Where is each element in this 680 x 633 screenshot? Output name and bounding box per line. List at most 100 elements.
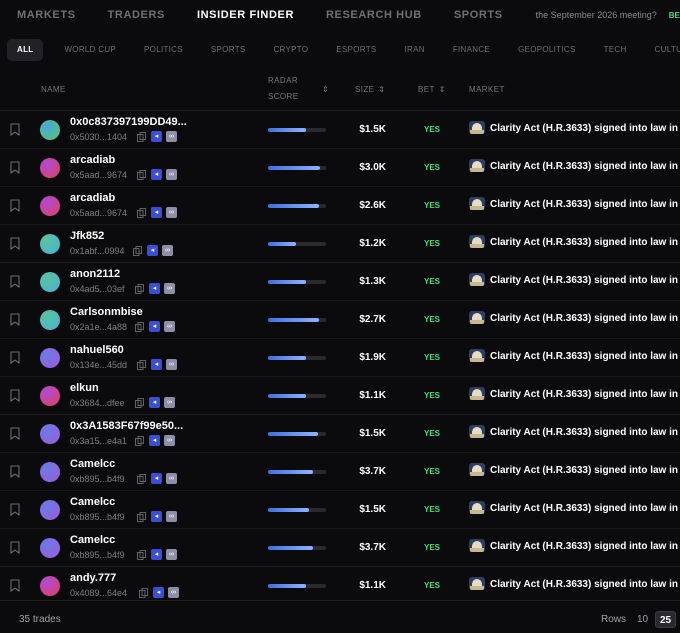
copy-icon[interactable] (137, 511, 146, 522)
bookmark-icon[interactable] (10, 389, 20, 402)
profile-link-icon[interactable]: ∞ (166, 473, 177, 484)
table-row[interactable]: 0x3A1583F67f99e50... 0x3a15...e4a1 ◂ ∞ $… (0, 414, 680, 452)
sort-radar-icon[interactable]: ⇕ (318, 85, 329, 94)
table-row[interactable]: Carlsonmbise 0x2a1e...4a88 ◂ ∞ $2.7K YES… (0, 300, 680, 338)
profile-link-icon[interactable]: ∞ (164, 283, 175, 294)
header-size[interactable]: SIZE ⇕ (355, 85, 386, 94)
profile-link-icon[interactable]: ∞ (166, 207, 177, 218)
bookmark-icon[interactable] (10, 161, 20, 174)
filter-chip-tech[interactable]: TECH (597, 39, 634, 61)
explorer-link-icon[interactable]: ◂ (149, 321, 160, 332)
bookmark-icon[interactable] (10, 503, 20, 516)
copy-icon[interactable] (133, 245, 142, 256)
table-row[interactable]: arcadiab 0x5aad...9674 ◂ ∞ $2.6K YES Cla… (0, 186, 680, 224)
market-title[interactable]: Clarity Act (H.R.3633) signed into law i… (490, 389, 680, 400)
explorer-link-icon[interactable]: ◂ (151, 473, 162, 484)
nav-item-research-hub[interactable]: RESEARCH HUB (326, 9, 422, 21)
rows-option-25[interactable]: 25 (655, 611, 677, 628)
copy-icon[interactable] (137, 207, 146, 218)
profile-link-icon[interactable]: ∞ (166, 131, 177, 142)
explorer-link-icon[interactable]: ◂ (151, 169, 162, 180)
market-title[interactable]: Clarity Act (H.R.3633) signed into law i… (490, 237, 680, 248)
table-row[interactable]: 0x0c837397199DD49... 0x5030...1404 ◂ ∞ $… (0, 110, 680, 148)
nav-item-traders[interactable]: TRADERS (108, 9, 165, 21)
trader-name[interactable]: anon2112 (70, 268, 120, 280)
market-title[interactable]: Clarity Act (H.R.3633) signed into law i… (490, 275, 680, 286)
filter-chip-geopolitics[interactable]: GEOPOLITICS (511, 39, 583, 61)
profile-link-icon[interactable]: ∞ (166, 169, 177, 180)
filter-chip-culture[interactable]: CULTURE (648, 39, 680, 61)
trader-name[interactable]: andy.777 (70, 572, 116, 584)
filter-chip-politics[interactable]: POLITICS (137, 39, 190, 61)
profile-link-icon[interactable]: ∞ (164, 321, 175, 332)
trader-name[interactable]: Carlsonmbise (70, 306, 143, 318)
trader-name[interactable]: 0x3A1583F67f99e50... (70, 420, 183, 432)
filter-chip-finance[interactable]: FINANCE (446, 39, 497, 61)
market-title[interactable]: Clarity Act (H.R.3633) signed into law i… (490, 351, 680, 362)
copy-icon[interactable] (135, 283, 144, 294)
table-row[interactable]: andy.777 0x4089...64e4 ◂ ∞ $1.1K YES Cla… (0, 566, 680, 600)
filter-chip-all[interactable]: ALL (7, 39, 44, 61)
profile-link-icon[interactable]: ∞ (164, 397, 175, 408)
copy-icon[interactable] (135, 435, 144, 446)
table-row[interactable]: Jfk852 0x1abf...0994 ◂ ∞ $1.2K YES Clari… (0, 224, 680, 262)
table-row[interactable]: Camelcc 0xb895...b4f9 ◂ ∞ $1.5K YES Clar… (0, 490, 680, 528)
profile-link-icon[interactable]: ∞ (164, 435, 175, 446)
copy-icon[interactable] (135, 321, 144, 332)
nav-item-markets[interactable]: MARKETS (17, 9, 76, 21)
bookmark-icon[interactable] (10, 579, 20, 592)
ticker-text[interactable]: the September 2026 meeting? (536, 10, 657, 20)
bookmark-icon[interactable] (10, 237, 20, 250)
explorer-link-icon[interactable]: ◂ (149, 397, 160, 408)
explorer-link-icon[interactable]: ◂ (149, 435, 160, 446)
market-title[interactable]: Clarity Act (H.R.3633) signed into law i… (490, 427, 680, 438)
filter-chip-esports[interactable]: ESPORTS (329, 39, 383, 61)
copy-icon[interactable] (137, 169, 146, 180)
profile-link-icon[interactable]: ∞ (162, 245, 173, 256)
market-title[interactable]: Clarity Act (H.R.3633) signed into law i… (490, 199, 680, 210)
table-row[interactable]: Camelcc 0xb895...b4f9 ◂ ∞ $3.7K YES Clar… (0, 452, 680, 490)
explorer-link-icon[interactable]: ◂ (149, 283, 160, 294)
market-title[interactable]: Clarity Act (H.R.3633) signed into law i… (490, 503, 680, 514)
bookmark-icon[interactable] (10, 541, 20, 554)
market-title[interactable]: Clarity Act (H.R.3633) signed into law i… (490, 161, 680, 172)
trader-name[interactable]: Camelcc (70, 458, 115, 470)
trader-name[interactable]: Camelcc (70, 534, 115, 546)
bookmark-icon[interactable] (10, 351, 20, 364)
market-title[interactable]: Clarity Act (H.R.3633) signed into law i… (490, 541, 680, 552)
bookmark-icon[interactable] (10, 465, 20, 478)
copy-icon[interactable] (139, 587, 148, 598)
filter-chip-world-cup[interactable]: WORLD CUP (57, 39, 123, 61)
rows-option-10[interactable]: 10 (633, 611, 652, 628)
copy-icon[interactable] (135, 397, 144, 408)
explorer-link-icon[interactable]: ◂ (151, 131, 162, 142)
market-title[interactable]: Clarity Act (H.R.3633) signed into law i… (490, 579, 680, 590)
nav-item-sports[interactable]: SPORTS (454, 9, 503, 21)
explorer-link-icon[interactable]: ◂ (151, 207, 162, 218)
table-row[interactable]: nahuel560 0x134e...45dd ◂ ∞ $1.9K YES Cl… (0, 338, 680, 376)
bookmark-icon[interactable] (10, 313, 20, 326)
copy-icon[interactable] (137, 131, 146, 142)
trader-name[interactable]: Jfk852 (70, 230, 104, 242)
trader-name[interactable]: elkun (70, 382, 99, 394)
market-title[interactable]: Clarity Act (H.R.3633) signed into law i… (490, 465, 680, 476)
table-row[interactable]: arcadiab 0x5aad...9674 ◂ ∞ $3.0K YES Cla… (0, 148, 680, 186)
filter-chip-iran[interactable]: IRAN (398, 39, 432, 61)
bookmark-icon[interactable] (10, 123, 20, 136)
explorer-link-icon[interactable]: ◂ (151, 511, 162, 522)
profile-link-icon[interactable]: ∞ (166, 511, 177, 522)
bookmark-icon[interactable] (10, 427, 20, 440)
market-title[interactable]: Clarity Act (H.R.3633) signed into law i… (490, 123, 680, 134)
nav-item-insider-finder[interactable]: INSIDER FINDER (197, 9, 294, 21)
trader-name[interactable]: arcadiab (70, 154, 115, 166)
profile-link-icon[interactable]: ∞ (168, 587, 179, 598)
explorer-link-icon[interactable]: ◂ (147, 245, 158, 256)
table-row[interactable]: Camelcc 0xb895...b4f9 ◂ ∞ $3.7K YES Clar… (0, 528, 680, 566)
trader-name[interactable]: Camelcc (70, 496, 115, 508)
profile-link-icon[interactable]: ∞ (166, 549, 177, 560)
bookmark-icon[interactable] (10, 199, 20, 212)
filter-chip-sports[interactable]: SPORTS (204, 39, 253, 61)
profile-link-icon[interactable]: ∞ (166, 359, 177, 370)
copy-icon[interactable] (137, 549, 146, 560)
trader-name[interactable]: nahuel560 (70, 344, 124, 356)
